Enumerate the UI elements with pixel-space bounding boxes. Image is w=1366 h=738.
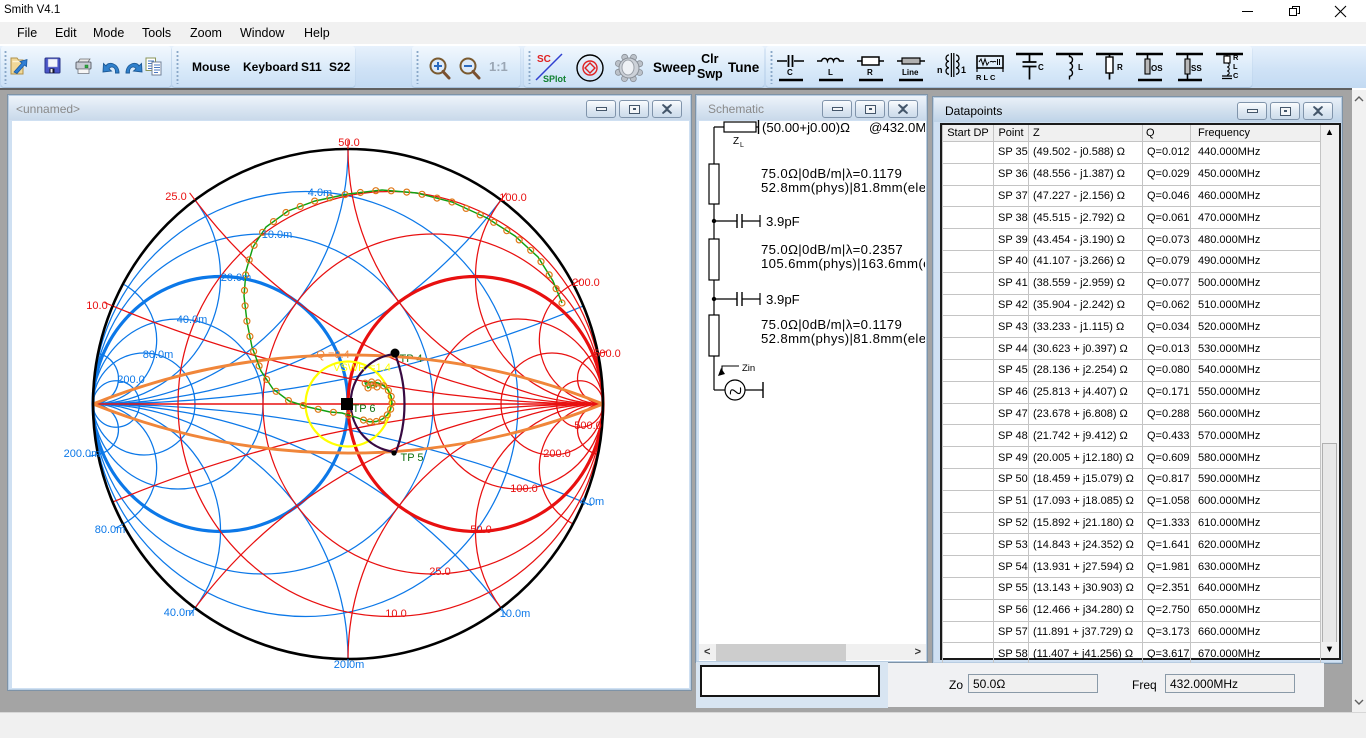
svg-text:10.0: 10.0 bbox=[86, 300, 107, 312]
svg-text:10.0: 10.0 bbox=[385, 608, 406, 620]
svg-text:3.9pF: 3.9pF bbox=[766, 214, 800, 229]
svg-text:@432.0M: @432.0M bbox=[869, 120, 925, 135]
svg-text:Zin: Zin bbox=[742, 363, 755, 374]
svg-text:75.0Ω|0dB/m|λ=0.2357: 75.0Ω|0dB/m|λ=0.2357 bbox=[761, 242, 903, 257]
svg-text:(50.00+j0.00)Ω: (50.00+j0.00)Ω bbox=[762, 120, 850, 135]
svg-text:20.0m: 20.0m bbox=[334, 659, 365, 671]
svg-text:20.0m: 20.0m bbox=[221, 272, 252, 284]
svg-text:R: R bbox=[1117, 63, 1123, 72]
svg-text:L: L bbox=[828, 68, 833, 77]
svg-text:52.8mm(phys)|81.8mm(elec: 52.8mm(phys)|81.8mm(elec bbox=[761, 180, 925, 195]
svg-text:Q =0.4: Q =0.4 bbox=[316, 349, 349, 361]
svg-text:R L C: R L C bbox=[976, 73, 996, 82]
svg-text:L: L bbox=[740, 142, 744, 149]
svg-text:4.0m: 4.0m bbox=[308, 187, 332, 199]
svg-text:n: n bbox=[937, 65, 943, 75]
svg-text:4.0m: 4.0m bbox=[580, 496, 604, 508]
svg-text:C: C bbox=[787, 68, 793, 77]
svg-text:L: L bbox=[1233, 62, 1238, 71]
svg-text:C: C bbox=[1038, 63, 1044, 72]
svg-text:1: 1 bbox=[961, 65, 966, 75]
svg-text:200.0: 200.0 bbox=[543, 448, 571, 460]
svg-text:3.9pF: 3.9pF bbox=[766, 292, 800, 307]
svg-text:TP 5: TP 5 bbox=[400, 452, 423, 464]
svg-text:200.0m: 200.0m bbox=[64, 448, 101, 460]
svg-text:VSWR =1.4: VSWR =1.4 bbox=[333, 362, 391, 374]
svg-text:25.0: 25.0 bbox=[165, 191, 186, 203]
svg-text:R: R bbox=[1233, 53, 1239, 62]
svg-text:75.0Ω|0dB/m|λ=0.1179: 75.0Ω|0dB/m|λ=0.1179 bbox=[761, 317, 902, 332]
svg-text:10.0m: 10.0m bbox=[262, 229, 293, 241]
svg-text:500.0: 500.0 bbox=[574, 420, 602, 432]
svg-text:50.0: 50.0 bbox=[338, 137, 359, 149]
svg-text:L: L bbox=[1078, 63, 1083, 72]
svg-text:50.0: 50.0 bbox=[470, 524, 491, 536]
svg-text:200.0: 200.0 bbox=[572, 277, 600, 289]
svg-text:40.0m: 40.0m bbox=[177, 314, 208, 326]
svg-text:40.0m: 40.0m bbox=[164, 607, 195, 619]
svg-text:Z: Z bbox=[733, 136, 739, 147]
svg-text:200.0: 200.0 bbox=[117, 374, 145, 386]
svg-text:100.0: 100.0 bbox=[499, 192, 527, 204]
svg-text:75.0Ω|0dB/m|λ=0.1179: 75.0Ω|0dB/m|λ=0.1179 bbox=[761, 166, 902, 181]
svg-text:105.6mm(phys)|163.6mm(el: 105.6mm(phys)|163.6mm(el bbox=[761, 256, 925, 271]
svg-text:TP 6: TP 6 bbox=[352, 403, 375, 415]
svg-text:Line: Line bbox=[902, 68, 919, 77]
svg-text:80.0m: 80.0m bbox=[95, 524, 126, 536]
svg-text:500.0: 500.0 bbox=[593, 348, 621, 360]
svg-text:25.0: 25.0 bbox=[429, 566, 450, 578]
svg-text:80.0m: 80.0m bbox=[143, 349, 174, 361]
svg-text:SS: SS bbox=[1191, 64, 1202, 73]
svg-text:R: R bbox=[867, 68, 873, 77]
svg-text:100.0: 100.0 bbox=[510, 483, 538, 495]
svg-text:10.0m: 10.0m bbox=[500, 608, 531, 620]
svg-text:52.8mm(phys)|81.8mm(elec: 52.8mm(phys)|81.8mm(elec bbox=[761, 331, 925, 346]
svg-text:OS: OS bbox=[1151, 64, 1163, 73]
svg-text:C: C bbox=[1233, 71, 1239, 80]
